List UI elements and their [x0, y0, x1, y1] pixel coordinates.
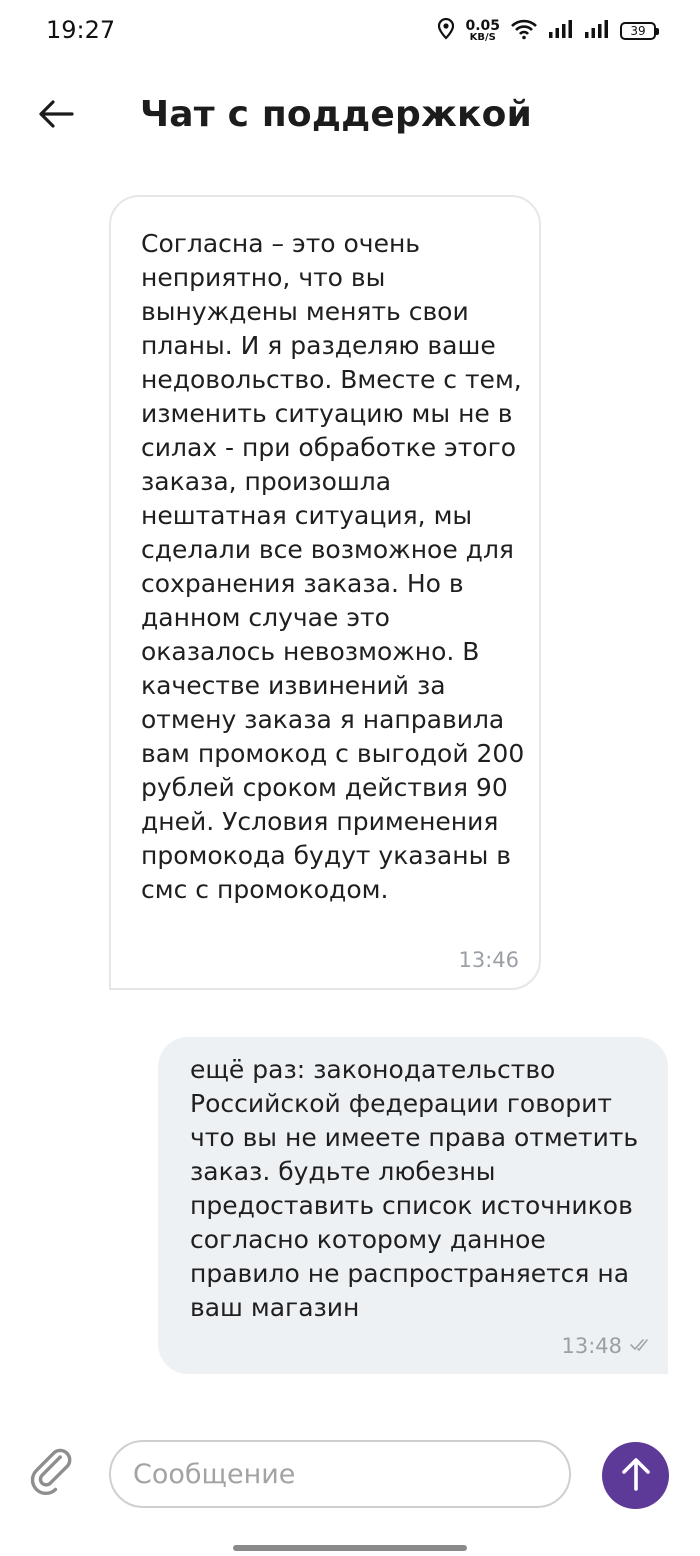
header: Чат с поддержкой	[0, 72, 700, 162]
message-time: 13:48	[561, 1334, 622, 1358]
back-button[interactable]	[32, 92, 80, 140]
status-time: 19:27	[46, 16, 116, 44]
home-indicator[interactable]	[233, 1545, 467, 1551]
status-bar: 19:27 0.05 KB/S 39	[0, 0, 700, 62]
message-input[interactable]	[109, 1440, 571, 1508]
outgoing-message-bubble: ещё раз: законодательство Российской фед…	[158, 1037, 668, 1374]
page-title: Чат с поддержкой	[140, 94, 533, 135]
attach-button[interactable]	[30, 1446, 80, 1502]
net-speed-value: 0.05	[465, 18, 500, 34]
battery-icon: 39	[620, 22, 659, 40]
send-button[interactable]	[602, 1442, 669, 1509]
paperclip-icon	[30, 1448, 80, 1506]
signal-icon	[584, 19, 610, 43]
net-speed-indicator: 0.05 KB/S	[465, 19, 500, 43]
location-icon	[437, 17, 455, 44]
message-text: ещё раз: законодательство Российской фед…	[190, 1055, 639, 1322]
net-speed-unit: KB/S	[469, 32, 496, 43]
wifi-icon	[510, 18, 538, 44]
arrow-left-icon	[38, 99, 74, 133]
status-icons: 0.05 KB/S 39	[437, 16, 659, 46]
message-composer	[0, 1430, 700, 1520]
signal-icon	[548, 19, 574, 43]
message-text: Согласна – это очень неприятно, что вы в…	[141, 229, 525, 904]
message-meta: 13:48	[561, 1334, 650, 1358]
message-time: 13:46	[458, 948, 519, 972]
arrow-up-icon	[620, 1457, 652, 1494]
incoming-message-bubble: Согласна – это очень неприятно, что вы в…	[109, 195, 541, 990]
check-icon	[630, 1337, 650, 1356]
